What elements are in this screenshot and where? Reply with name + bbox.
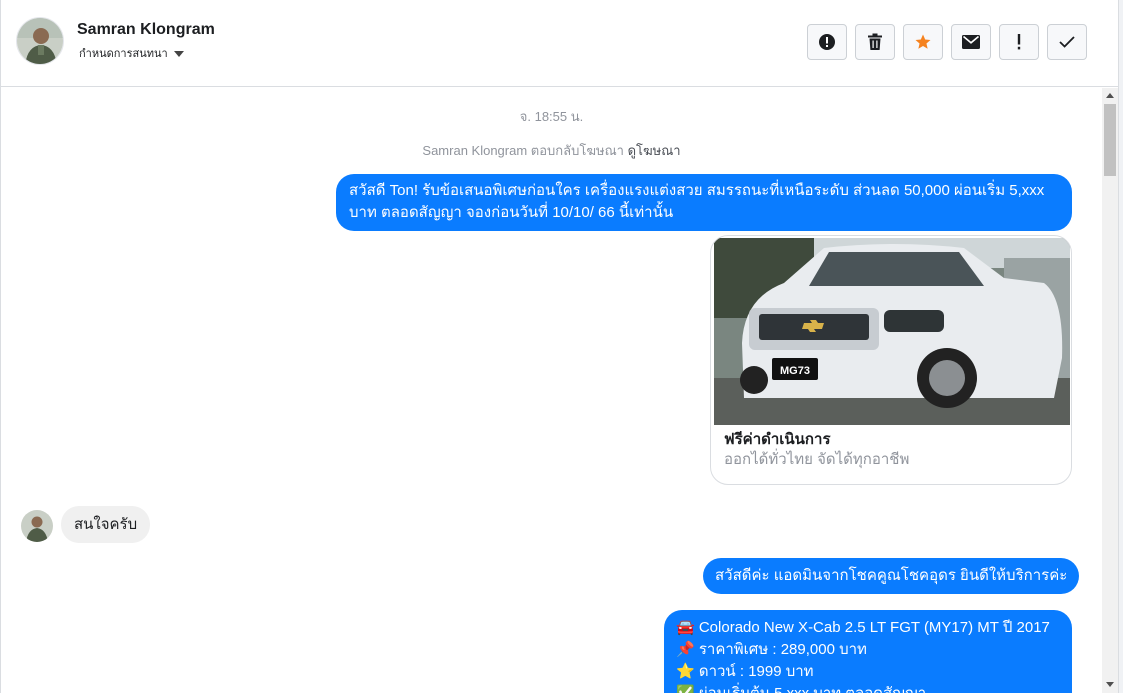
star-icon: [915, 34, 931, 49]
ad-card-subtitle: ออกได้ทั่วไทย จัดได้ทุกอาชีพ: [724, 451, 910, 468]
star-button[interactable]: [903, 24, 943, 60]
check-icon: [1059, 36, 1075, 48]
conversation-panel: Samran Klongram กำหนดการสนทนา จ. 18:55 น…: [0, 0, 1118, 693]
ad-car-image[interactable]: MG73: [714, 238, 1070, 425]
message-timestamp: จ. 18:55 น.: [519, 109, 584, 124]
trash-icon: [868, 33, 882, 50]
mark-unread-button[interactable]: [951, 24, 991, 60]
mark-done-button[interactable]: [1047, 24, 1087, 60]
window-edge: [1118, 0, 1123, 693]
incoming-message[interactable]: สนใจครับ: [61, 506, 151, 543]
delete-button[interactable]: [855, 24, 895, 60]
view-ad-link[interactable]: ดูโฆษณา: [628, 143, 681, 158]
conversation-header: Samran Klongram กำหนดการสนทนา: [1, 0, 1118, 87]
scroll-down-arrow-icon[interactable]: [1106, 682, 1114, 687]
conversation-toolbar: [807, 24, 1087, 60]
outgoing-message[interactable]: สวัสดีค่ะ แอดมินจากโชคคูณโชคอุดร ยินดีให…: [703, 558, 1080, 594]
exclamation-icon: [1017, 34, 1021, 50]
caret-down-icon: [173, 50, 184, 57]
outgoing-message[interactable]: สวัสดี Ton! รับข้อเสนอพิเศษก่อนใคร เครื่…: [336, 174, 1072, 231]
envelope-icon: [962, 35, 980, 49]
conversation-settings-label: กำหนดการสนทนา: [79, 48, 168, 60]
ad-reply-text: Samran Klongram ตอบกลับโฆษณา: [422, 143, 624, 158]
contact-name[interactable]: Samran Klongram: [77, 21, 215, 39]
scrollbar-thumb[interactable]: [1104, 104, 1116, 176]
alert-circle-icon: [819, 34, 835, 50]
message-line: 🚘 Colorado New X-Cab 2.5 LT FGT (MY17) M…: [676, 619, 1050, 636]
message-line: ✅ ผ่อนเริ่มต้น 5,xxx บาท ตลอดสัญญา: [676, 683, 1060, 693]
message-thread[interactable]: จ. 18:55 น. Samran Klongram ตอบกลับโฆษณา…: [1, 88, 1102, 693]
contact-avatar[interactable]: [16, 17, 64, 65]
sender-avatar[interactable]: [21, 510, 53, 542]
mark-important-button[interactable]: [999, 24, 1039, 60]
mark-spam-button[interactable]: [807, 24, 847, 60]
message-line: 📌 ราคาพิเศษ : 289,000 บาท: [676, 641, 867, 658]
outgoing-message[interactable]: 🚘 Colorado New X-Cab 2.5 LT FGT (MY17) M…: [664, 610, 1072, 693]
license-plate-text: MG73: [780, 365, 810, 377]
conversation-settings-dropdown[interactable]: กำหนดการสนทนา: [79, 44, 184, 62]
message-line: ⭐ ดาวน์ : 1999 บาท: [676, 663, 814, 680]
messenger-app: Samran Klongram กำหนดการสนทนา จ. 18:55 น…: [0, 0, 1123, 693]
ad-reply-notice: Samran Klongram ตอบกลับโฆษณา ดูโฆษณา: [1, 140, 1102, 161]
scroll-up-arrow-icon[interactable]: [1106, 93, 1114, 98]
thread-scrollbar[interactable]: [1102, 88, 1118, 693]
ad-card[interactable]: MG73 ฟรีค่าดำเนินการ ออกได้ทั่วไทย จัดได…: [710, 235, 1072, 485]
